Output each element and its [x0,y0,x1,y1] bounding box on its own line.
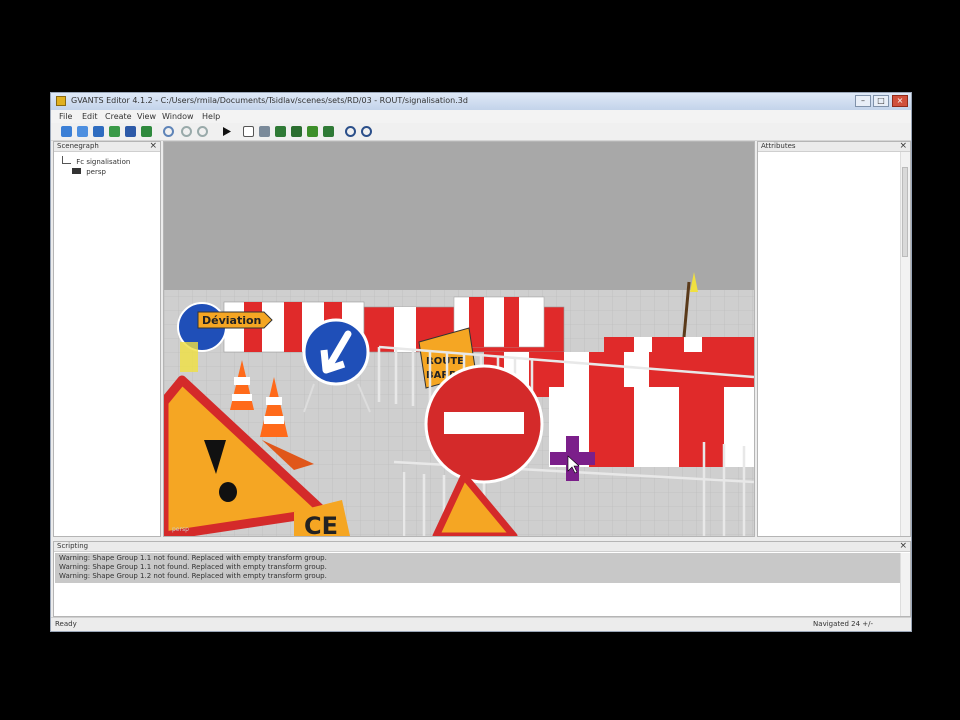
scenegraph-header: Scenegraph × [54,141,160,152]
menu-bar: File Edit Create View Window Help [51,110,911,123]
save-as-icon[interactable] [109,126,120,137]
scrollbar-thumb[interactable] [902,167,908,257]
node-icon [62,156,71,164]
svg-text:Déviation: Déviation [202,314,261,327]
new-icon[interactable] [61,126,72,137]
menu-edit[interactable]: Edit [82,112,98,121]
play-icon[interactable] [221,126,232,137]
menu-view[interactable]: View [137,112,156,121]
maximize-button[interactable]: □ [873,95,889,107]
scenegraph-panel: Scenegraph × Fc signalisation persp [53,141,161,537]
status-bar: Ready Navigated 24 +/- [51,617,911,631]
attributes-scrollbar[interactable] [900,152,910,536]
scenegraph-close-icon[interactable]: × [149,141,157,151]
select-icon[interactable] [243,126,254,137]
title-bar[interactable]: GVANTS Editor 4.1.2 - C:/Users/rmila/Doc… [51,93,911,110]
undo-icon[interactable] [163,126,174,137]
close-button[interactable]: × [892,95,908,107]
attributes-title: Attributes [761,142,796,150]
scripting-close-icon[interactable]: × [899,541,907,551]
3d-viewport[interactable]: Déviation ROUTE BARR CE persp [163,141,755,537]
attributes-panel: Attributes × [757,141,911,537]
editor-window: GVANTS Editor 4.1.2 - C:/Users/rmila/Doc… [50,92,912,632]
log-line: Warning: Shape Group 1.1 not found. Repl… [59,554,327,562]
scripting-title: Scripting [57,542,89,550]
scripting-panel: Scripting × Warning: Shape Group 1.1 not… [53,541,911,617]
save-icon[interactable] [93,126,104,137]
tree-item-label: Fc signalisation [76,158,131,166]
settings-icon[interactable] [345,126,356,137]
menu-window[interactable]: Window [162,112,194,121]
log-line: Warning: Shape Group 1.1 not found. Repl… [59,563,327,571]
open-icon[interactable] [77,126,88,137]
camera-icon [72,168,81,174]
redo-icon[interactable] [181,126,192,137]
toolbar [51,123,911,141]
window-title: GVANTS Editor 4.1.2 - C:/Users/rmila/Doc… [71,96,468,105]
status-text: Ready [55,620,77,628]
import-icon[interactable] [141,126,152,137]
tree-item-persp[interactable]: persp [72,168,106,176]
render-settings-icon[interactable] [361,126,372,137]
camera-icon[interactable] [259,126,270,137]
menu-help[interactable]: Help [202,112,220,121]
bar-chart-icon[interactable] [291,126,302,137]
svg-text:ROUTE: ROUTE [426,356,464,367]
sky-background [164,142,754,292]
scripting-header: Scripting × [54,541,910,552]
menu-create[interactable]: Create [105,112,132,121]
svg-text:CE: CE [304,512,338,536]
attributes-close-icon[interactable]: × [899,141,907,151]
tree-icon[interactable] [307,126,318,137]
chart-icon[interactable] [275,126,286,137]
script-log: Warning: Shape Group 1.1 not found. Repl… [55,553,903,583]
log-line: Warning: Shape Group 1.2 not found. Repl… [59,572,327,580]
minimize-button[interactable]: – [855,95,871,107]
graph-icon[interactable] [323,126,334,137]
refresh-icon[interactable] [197,126,208,137]
no-entry-sign [424,364,544,484]
menu-file[interactable]: File [59,112,72,121]
scenegraph-title: Scenegraph [57,142,99,150]
tree-item-label: persp [86,168,106,176]
app-icon [56,96,66,106]
tree-item-signalisation[interactable]: Fc signalisation [62,156,130,166]
status-navigation: Navigated 24 +/- [813,620,873,628]
viewport-corner-label: persp [172,526,189,533]
script-scrollbar[interactable] [900,553,910,616]
attributes-header: Attributes × [758,141,910,152]
export-icon[interactable] [125,126,136,137]
scene-render: Déviation ROUTE BARR CE persp [164,142,754,536]
